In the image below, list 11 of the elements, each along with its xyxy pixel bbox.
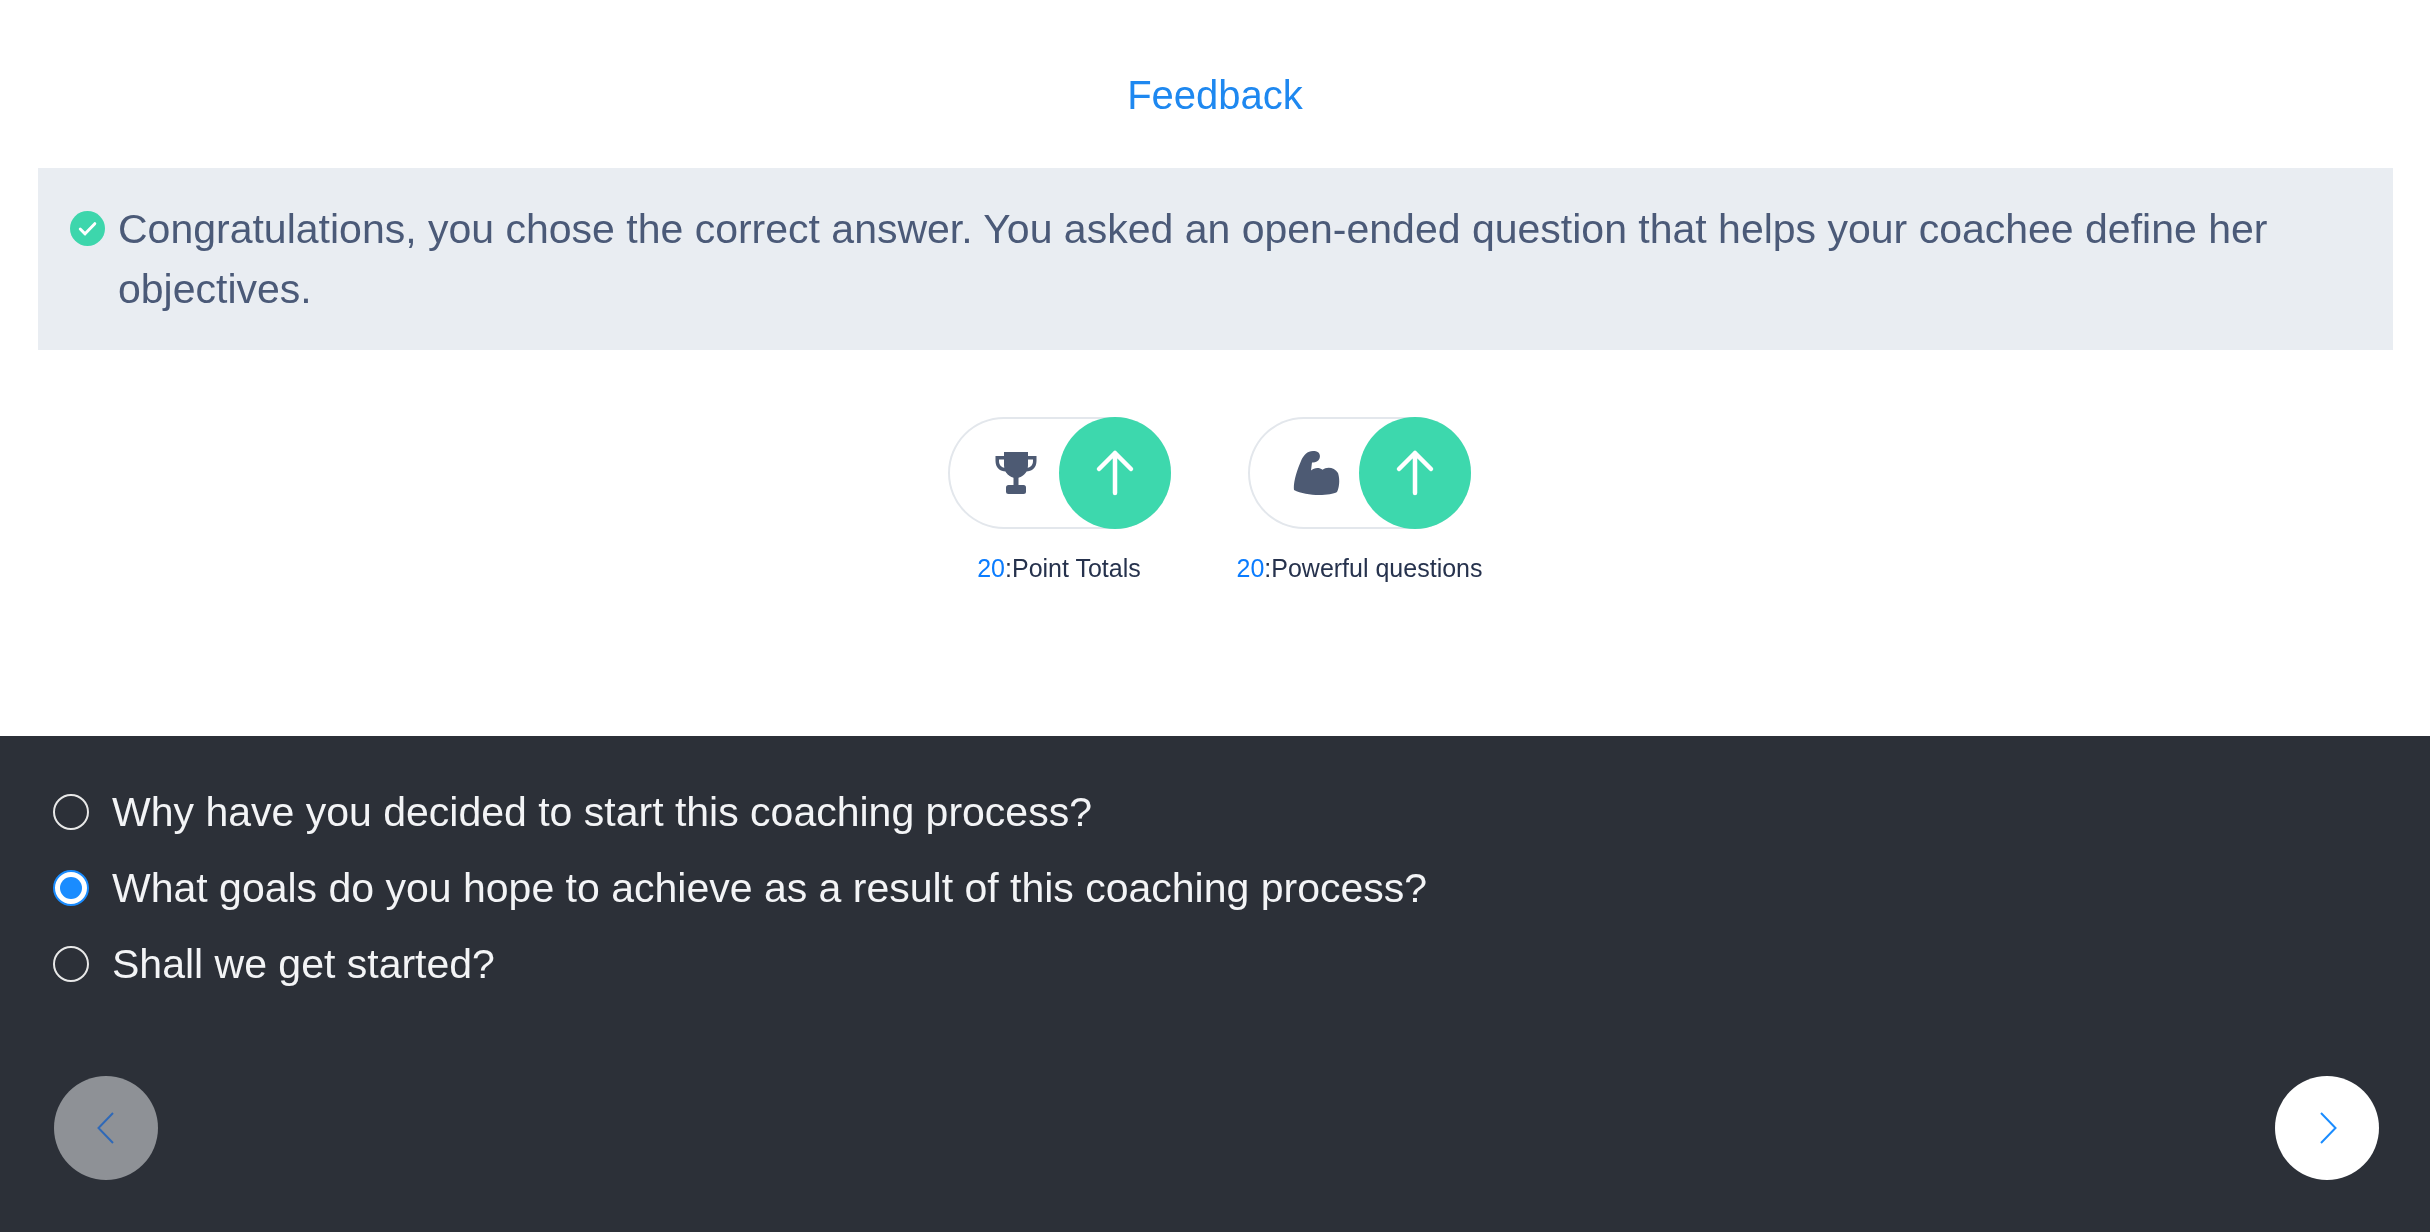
feedback-heading: Feedback bbox=[1127, 72, 1303, 119]
chevron-left-icon bbox=[96, 1112, 114, 1144]
option-label[interactable]: What goals do you hope to achieve as a result of this coaching process? bbox=[112, 863, 1428, 913]
radio-button[interactable] bbox=[53, 870, 89, 906]
stat-label: 20:Powerful questions bbox=[1236, 553, 1483, 584]
option-label[interactable]: Why have you decided to start this coaching process? bbox=[112, 787, 1092, 837]
stat-label: 20:Point Totals bbox=[977, 553, 1141, 584]
flexed-arm-icon bbox=[1292, 450, 1340, 496]
chevron-right-icon bbox=[2319, 1112, 2337, 1144]
option-label[interactable]: Shall we get started? bbox=[112, 939, 495, 989]
feedback-message: Congratulations, you chose the correct answer. You asked an open-ended question that helps your coachee define her objectives. bbox=[118, 205, 2269, 314]
